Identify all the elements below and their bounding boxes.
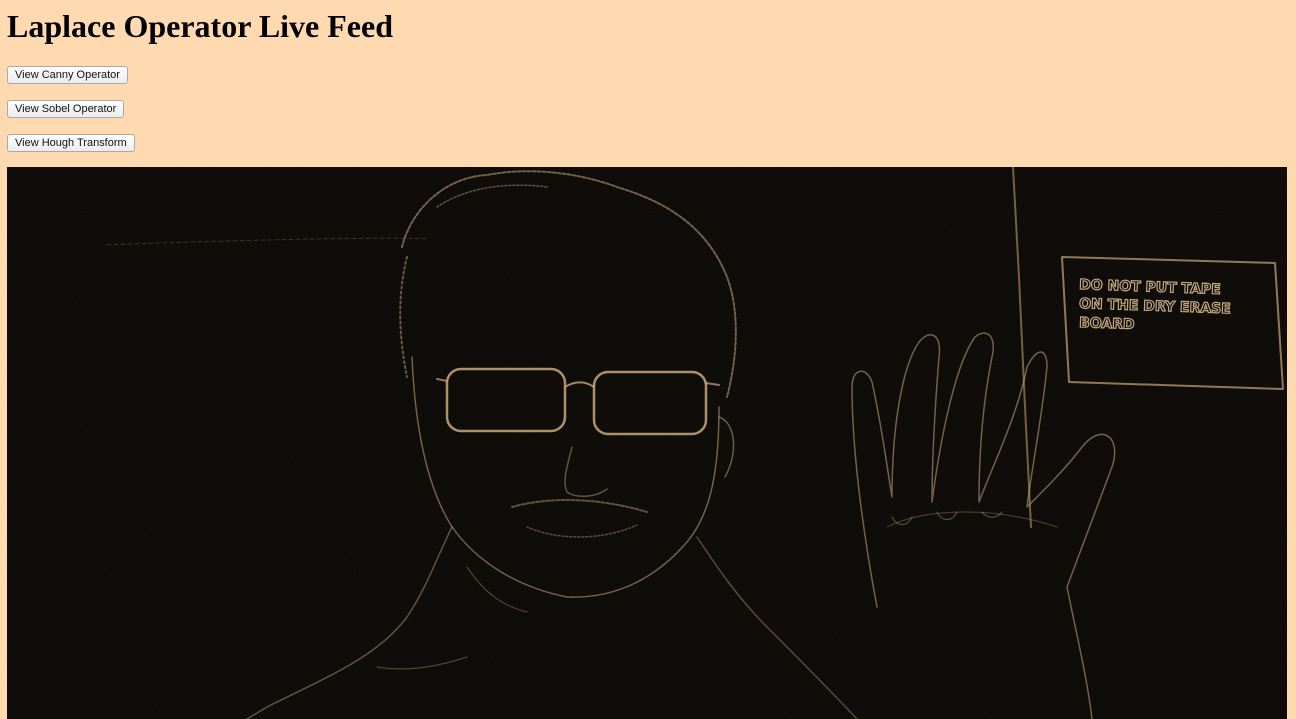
laplace-live-feed: DO NOT PUT TAPE ON THE DRY ERASE BOARD <box>7 167 1287 719</box>
view-hough-transform-button[interactable]: View Hough Transform <box>7 134 135 152</box>
laplace-edge-image: DO NOT PUT TAPE ON THE DRY ERASE BOARD <box>7 167 1287 719</box>
sign-line-3: BOARD <box>1079 315 1135 333</box>
view-canny-operator-button[interactable]: View Canny Operator <box>7 66 128 84</box>
page-title: Laplace Operator Live Feed <box>7 8 393 44</box>
view-sobel-operator-button[interactable]: View Sobel Operator <box>7 100 125 118</box>
